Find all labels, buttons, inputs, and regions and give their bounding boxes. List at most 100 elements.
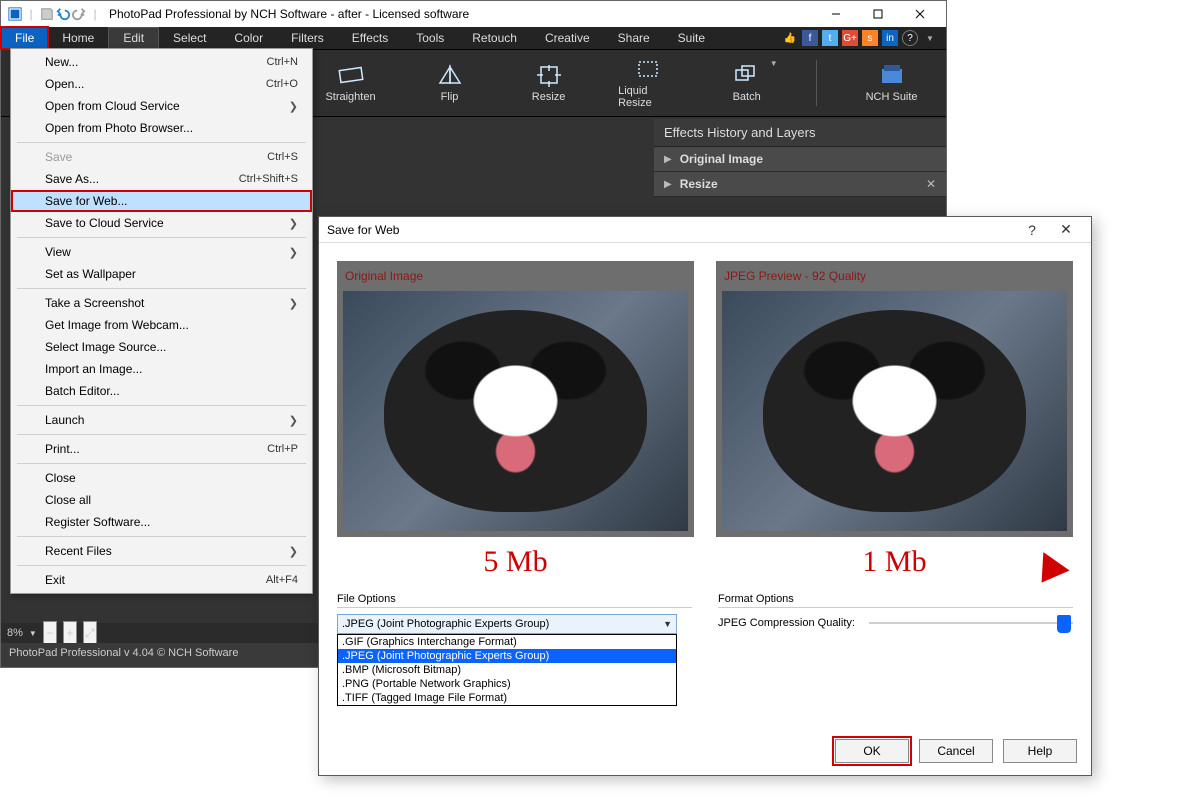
tool-nch-suite[interactable]: NCH Suite bbox=[857, 63, 926, 103]
tool-resize[interactable]: Resize bbox=[519, 63, 578, 103]
dialog-close-button[interactable]: ✕ bbox=[1049, 221, 1083, 238]
quality-slider[interactable] bbox=[869, 614, 1073, 632]
menu-home[interactable]: Home bbox=[48, 27, 108, 49]
menu-item[interactable]: Close all bbox=[11, 489, 312, 511]
chevron-down-icon[interactable]: ▼ bbox=[922, 30, 938, 46]
file-format-combo[interactable]: .JPEG (Joint Photographic Experts Group)… bbox=[337, 614, 677, 634]
save-for-web-dialog: Save for Web ? ✕ Original Image 5 Mb JPE… bbox=[318, 216, 1092, 776]
linkedin-icon[interactable]: in bbox=[882, 30, 898, 46]
maximize-button[interactable] bbox=[858, 3, 898, 25]
menu-item[interactable]: ExitAlt+F4 bbox=[11, 569, 312, 591]
format-option[interactable]: .TIFF (Tagged Image File Format) bbox=[338, 691, 676, 705]
save-icon[interactable] bbox=[39, 6, 55, 22]
menu-item[interactable]: Open...Ctrl+O bbox=[11, 73, 312, 95]
preview-original: Original Image 5 Mb bbox=[337, 261, 694, 581]
layer-row-resize[interactable]: ▶ Resize ✕ bbox=[654, 172, 946, 197]
redo-icon[interactable] bbox=[71, 6, 87, 22]
liquid-resize-icon bbox=[634, 57, 662, 81]
submenu-icon: ❯ bbox=[289, 217, 298, 230]
zoom-fit-button[interactable]: ⤢ bbox=[83, 621, 97, 645]
menu-item-label: Save to Cloud Service bbox=[45, 216, 164, 230]
menu-item[interactable]: Recent Files❯ bbox=[11, 540, 312, 562]
app-icon bbox=[7, 6, 23, 22]
slider-thumb[interactable] bbox=[1057, 615, 1071, 633]
tool-liquid-resize[interactable]: Liquid Resize bbox=[618, 57, 677, 109]
menu-item[interactable]: Set as Wallpaper bbox=[11, 263, 312, 285]
tool-label: Flip bbox=[441, 91, 459, 103]
menu-creative[interactable]: Creative bbox=[531, 27, 604, 49]
zoom-out-button[interactable]: − bbox=[43, 621, 57, 645]
menu-separator bbox=[17, 565, 306, 566]
menu-edit[interactable]: Edit bbox=[108, 27, 159, 49]
menu-item-shortcut: Ctrl+N bbox=[267, 56, 298, 68]
menu-item[interactable]: Open from Photo Browser... bbox=[11, 117, 312, 139]
help-button[interactable]: Help bbox=[1003, 739, 1077, 763]
dialog-help-button[interactable]: ? bbox=[1015, 222, 1049, 238]
window-title: PhotoPad Professional by NCH Software - … bbox=[109, 7, 816, 21]
menu-item[interactable]: Take a Screenshot❯ bbox=[11, 292, 312, 314]
layer-label: Original Image bbox=[680, 152, 763, 166]
menu-item[interactable]: Get Image from Webcam... bbox=[11, 314, 312, 336]
thumbs-up-icon[interactable]: 👍 bbox=[782, 30, 798, 46]
preview-jpeg: JPEG Preview - 92 Quality 1 Mb bbox=[716, 261, 1073, 581]
menu-item-label: Open... bbox=[45, 77, 84, 91]
menu-item[interactable]: View❯ bbox=[11, 241, 312, 263]
facebook-icon[interactable]: f bbox=[802, 30, 818, 46]
stumble-icon[interactable]: s bbox=[862, 30, 878, 46]
format-option[interactable]: .GIF (Graphics Interchange Format) bbox=[338, 635, 676, 649]
chevron-down-icon[interactable]: ▼ bbox=[770, 59, 778, 68]
menu-color[interactable]: Color bbox=[220, 27, 277, 49]
menu-item-label: View bbox=[45, 245, 71, 259]
dialog-titlebar: Save for Web ? ✕ bbox=[319, 217, 1091, 243]
twitter-icon[interactable]: t bbox=[822, 30, 838, 46]
flip-icon bbox=[436, 63, 464, 87]
menu-share[interactable]: Share bbox=[604, 27, 664, 49]
menu-tools[interactable]: Tools bbox=[402, 27, 458, 49]
menu-item[interactable]: Open from Cloud Service❯ bbox=[11, 95, 312, 117]
menu-suite[interactable]: Suite bbox=[664, 27, 719, 49]
tool-straighten[interactable]: Straighten bbox=[321, 63, 380, 103]
menu-item-label: Import an Image... bbox=[45, 362, 142, 376]
menu-file[interactable]: File bbox=[1, 27, 48, 49]
menu-retouch[interactable]: Retouch bbox=[458, 27, 531, 49]
format-option[interactable]: .BMP (Microsoft Bitmap) bbox=[338, 663, 676, 677]
close-button[interactable] bbox=[900, 3, 940, 25]
zoom-in-button[interactable]: + bbox=[63, 621, 77, 645]
minimize-button[interactable] bbox=[816, 3, 856, 25]
menu-item[interactable]: Save to Cloud Service ❯ bbox=[11, 212, 312, 234]
chevron-down-icon[interactable]: ▼ bbox=[29, 629, 37, 638]
menu-item[interactable]: Save As...Ctrl+Shift+S bbox=[11, 168, 312, 190]
file-format-listbox[interactable]: .GIF (Graphics Interchange Format).JPEG … bbox=[337, 634, 677, 706]
menu-item[interactable]: Print...Ctrl+P bbox=[11, 438, 312, 460]
menu-item[interactable]: Import an Image... bbox=[11, 358, 312, 380]
dialog-title: Save for Web bbox=[327, 223, 399, 237]
format-option[interactable]: .PNG (Portable Network Graphics) bbox=[338, 677, 676, 691]
menu-item[interactable]: Launch❯ bbox=[11, 409, 312, 431]
menu-item-label: Print... bbox=[45, 442, 80, 456]
menu-item[interactable]: Close bbox=[11, 467, 312, 489]
menu-item[interactable]: Save for Web... bbox=[11, 190, 312, 212]
googleplus-icon[interactable]: G+ bbox=[842, 30, 858, 46]
menu-item[interactable]: Batch Editor... bbox=[11, 380, 312, 402]
menu-item-label: Get Image from Webcam... bbox=[45, 318, 189, 332]
tool-batch[interactable]: ▼ Batch bbox=[717, 63, 776, 103]
undo-icon[interactable] bbox=[55, 6, 71, 22]
submenu-icon: ❯ bbox=[289, 414, 298, 427]
menu-item[interactable]: New...Ctrl+N bbox=[11, 51, 312, 73]
menu-filters[interactable]: Filters bbox=[277, 27, 338, 49]
menu-item[interactable]: Select Image Source... bbox=[11, 336, 312, 358]
menu-select[interactable]: Select bbox=[159, 27, 220, 49]
menu-item-label: Open from Cloud Service bbox=[45, 99, 180, 113]
layer-label: Resize bbox=[680, 177, 718, 191]
preview-jpeg-label: JPEG Preview - 92 Quality bbox=[722, 267, 1067, 291]
close-icon[interactable]: ✕ bbox=[926, 177, 936, 191]
layer-row-original[interactable]: ▶ Original Image bbox=[654, 147, 946, 172]
chevron-down-icon: ▼ bbox=[663, 619, 672, 629]
menu-effects[interactable]: Effects bbox=[338, 27, 402, 49]
help-icon[interactable]: ? bbox=[902, 30, 918, 46]
ok-button[interactable]: OK bbox=[835, 739, 909, 763]
menu-item[interactable]: Register Software... bbox=[11, 511, 312, 533]
format-option[interactable]: .JPEG (Joint Photographic Experts Group) bbox=[338, 649, 676, 663]
tool-flip[interactable]: Flip bbox=[420, 63, 479, 103]
cancel-button[interactable]: Cancel bbox=[919, 739, 993, 763]
